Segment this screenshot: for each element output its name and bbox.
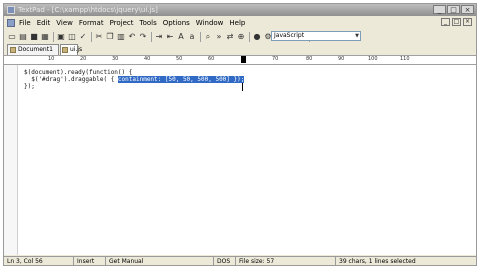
- find-in-files-icon[interactable]: ⊕: [236, 32, 246, 42]
- syntax-select[interactable]: JavaScript ▼: [271, 31, 361, 41]
- window-controls: _ □ ×: [433, 5, 474, 14]
- code-line-2-prefix: $('#drag').draggable( {: [24, 76, 118, 83]
- menu-format[interactable]: Format: [79, 18, 104, 28]
- ruler-label: 110: [400, 56, 410, 62]
- macro-icon[interactable]: ●: [252, 32, 262, 42]
- tab-ui-js[interactable]: ui.js: [60, 44, 82, 55]
- app-icon[interactable]: [7, 6, 15, 14]
- menu-options[interactable]: Options: [163, 18, 190, 28]
- save-all-icon[interactable]: ▦: [40, 32, 50, 42]
- tab-label: ui.js: [70, 46, 83, 53]
- status-position: Ln 3, Col 56: [4, 257, 74, 265]
- menu-tools[interactable]: Tools: [140, 18, 157, 28]
- ruler-label: 70: [272, 56, 279, 62]
- ruler-label: 20: [80, 56, 87, 62]
- replace-icon[interactable]: ⇄: [225, 32, 235, 42]
- status-command: Get Manual: [106, 257, 214, 265]
- new-icon[interactable]: ▭: [7, 32, 17, 42]
- tab-document1[interactable]: Document1: [7, 44, 59, 55]
- print-icon[interactable]: ▣: [56, 32, 66, 42]
- code-line-2: $('#drag').draggable( { containment: [50…: [24, 76, 245, 83]
- code-line-3: });: [24, 83, 35, 90]
- undo-icon[interactable]: ↶: [127, 32, 137, 42]
- status-bar: Ln 3, Col 56 Insert Get Manual DOS File …: [4, 256, 476, 265]
- maximize-button[interactable]: □: [447, 5, 460, 14]
- menu-edit[interactable]: Edit: [37, 18, 51, 28]
- doc-close-button[interactable]: ×: [463, 18, 472, 26]
- menu-window[interactable]: Window: [196, 18, 224, 28]
- ruler-label: 100: [368, 56, 378, 62]
- status-file-size: File size: 57: [236, 257, 336, 265]
- menu-help[interactable]: Help: [229, 18, 245, 28]
- editor-gutter: [4, 65, 18, 255]
- save-icon[interactable]: ■: [29, 32, 39, 42]
- ruler-label: 80: [306, 56, 313, 62]
- status-file-format: DOS: [214, 257, 236, 265]
- doc-minimize-button[interactable]: _: [441, 18, 450, 26]
- menu-view[interactable]: View: [56, 18, 73, 28]
- menu-bar: File Edit View Format Project Tools Opti…: [4, 17, 476, 29]
- document-menu-icon[interactable]: [7, 19, 15, 27]
- ruler-column-marker: [241, 56, 246, 63]
- title-bar[interactable]: TextPad - [C:\xampp\htdocs\jquery\ui.js]…: [4, 4, 476, 16]
- textpad-window: TextPad - [C:\xampp\htdocs\jquery\ui.js]…: [3, 3, 477, 266]
- text-editor[interactable]: $(document).ready(function() { $('#drag'…: [4, 65, 476, 255]
- syntax-select-value: JavaScript: [274, 32, 305, 39]
- document-icon: [62, 47, 68, 53]
- document-icon: [10, 47, 16, 53]
- toolbar-separator: [91, 31, 92, 42]
- ruler-label: 10: [48, 56, 55, 62]
- spelling-icon[interactable]: ✓: [78, 32, 88, 42]
- toolbar: ▭ ▤ ■ ▦ ▣ ◫ ✓ ✂ ❐ ▥ ↶ ↷ ⇥ ⇤ A a ⌕ » ⇄ ⊕ …: [4, 30, 476, 43]
- minimize-button[interactable]: _: [433, 5, 446, 14]
- redo-icon[interactable]: ↷: [138, 32, 148, 42]
- ruler-label: 60: [208, 56, 215, 62]
- outdent-icon[interactable]: ⇤: [165, 32, 175, 42]
- close-button[interactable]: ×: [461, 5, 474, 14]
- open-icon[interactable]: ▤: [18, 32, 28, 42]
- selected-text[interactable]: containment: [50, 50, 500, 500] });: [117, 76, 245, 83]
- toolbar-separator: [249, 31, 250, 42]
- tab-label: Document1: [18, 46, 53, 53]
- document-controls: _ □ ×: [441, 18, 472, 26]
- code-line-1: $(document).ready(function() {: [24, 69, 133, 76]
- toolbar-separator: [200, 31, 201, 42]
- find-next-icon[interactable]: »: [214, 32, 224, 42]
- toolbar-separator: [53, 31, 54, 42]
- ruler-label: 40: [144, 56, 151, 62]
- window-title: TextPad - [C:\xampp\htdocs\jquery\ui.js]: [18, 6, 158, 14]
- uppercase-icon[interactable]: A: [176, 32, 186, 42]
- chevron-down-icon: ▼: [355, 33, 359, 39]
- document-tabs: Document1 ui.js: [4, 44, 476, 55]
- paste-icon[interactable]: ▥: [116, 32, 126, 42]
- lowercase-icon[interactable]: a: [187, 32, 197, 42]
- column-ruler: 10 20 30 40 50 60 70 80 90 100 110: [4, 55, 476, 65]
- find-icon[interactable]: ⌕: [203, 32, 213, 42]
- cut-icon[interactable]: ✂: [94, 32, 104, 42]
- indent-icon[interactable]: ⇥: [154, 32, 164, 42]
- toolbar-separator: [151, 31, 152, 42]
- ruler-label: 90: [338, 56, 345, 62]
- ruler-label: 30: [112, 56, 119, 62]
- doc-restore-button[interactable]: □: [452, 18, 461, 26]
- ruler-label: 50: [176, 56, 183, 62]
- menu-project[interactable]: Project: [110, 18, 134, 28]
- copy-icon[interactable]: ❐: [105, 32, 115, 42]
- print-preview-icon[interactable]: ◫: [67, 32, 77, 42]
- status-selection: 39 chars, 1 lines selected: [339, 258, 416, 265]
- menu-file[interactable]: File: [19, 18, 31, 28]
- status-insert-mode: Insert: [74, 257, 106, 265]
- text-cursor: [242, 83, 243, 91]
